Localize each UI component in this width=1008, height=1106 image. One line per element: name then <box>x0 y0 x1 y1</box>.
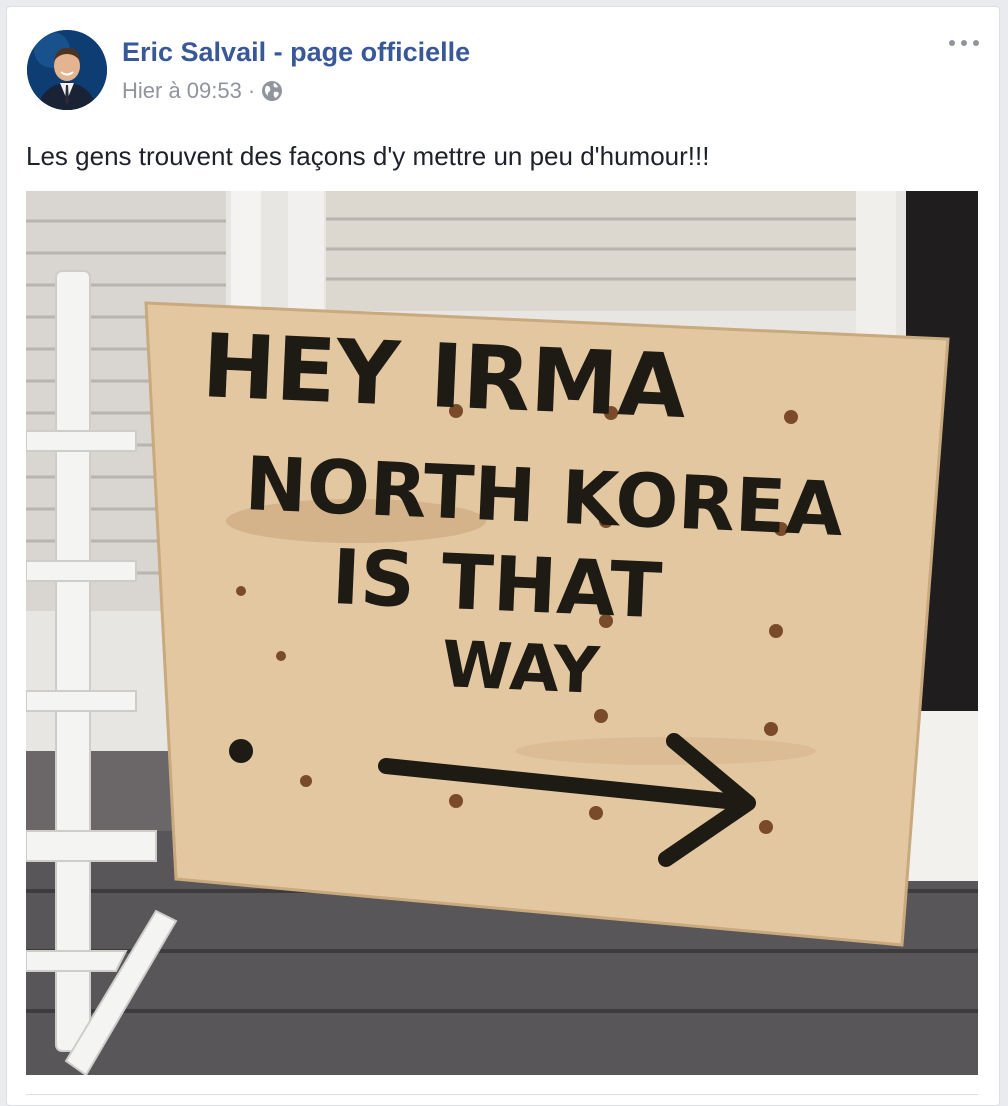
meta-separator: · <box>247 78 256 103</box>
author-avatar[interactable] <box>27 30 107 110</box>
post-message: Les gens trouvent des façons d'y mettre … <box>26 141 710 171</box>
globe-icon[interactable] <box>261 80 283 102</box>
post-card: Eric Salvail - page officielle Hier à 09… <box>6 6 1000 1106</box>
plywood-sign: HEY IRMA NORTH KOREA IS THAT WAY <box>144 301 950 947</box>
author-name-link[interactable]: Eric Salvail - page officielle <box>122 37 470 68</box>
post-meta: Hier à 09:53 · <box>122 78 283 104</box>
sign-line-3: IS THAT <box>330 532 663 635</box>
post-photo[interactable]: HEY IRMA NORTH KOREA IS THAT WAY <box>26 191 978 1075</box>
post-divider <box>26 1094 978 1095</box>
sign-line-4: WAY <box>440 628 601 709</box>
more-options-icon[interactable] <box>949 33 979 53</box>
sign-line-1: HEY IRMA <box>200 314 688 438</box>
post-timestamp[interactable]: Hier à 09:53 <box>122 78 242 104</box>
